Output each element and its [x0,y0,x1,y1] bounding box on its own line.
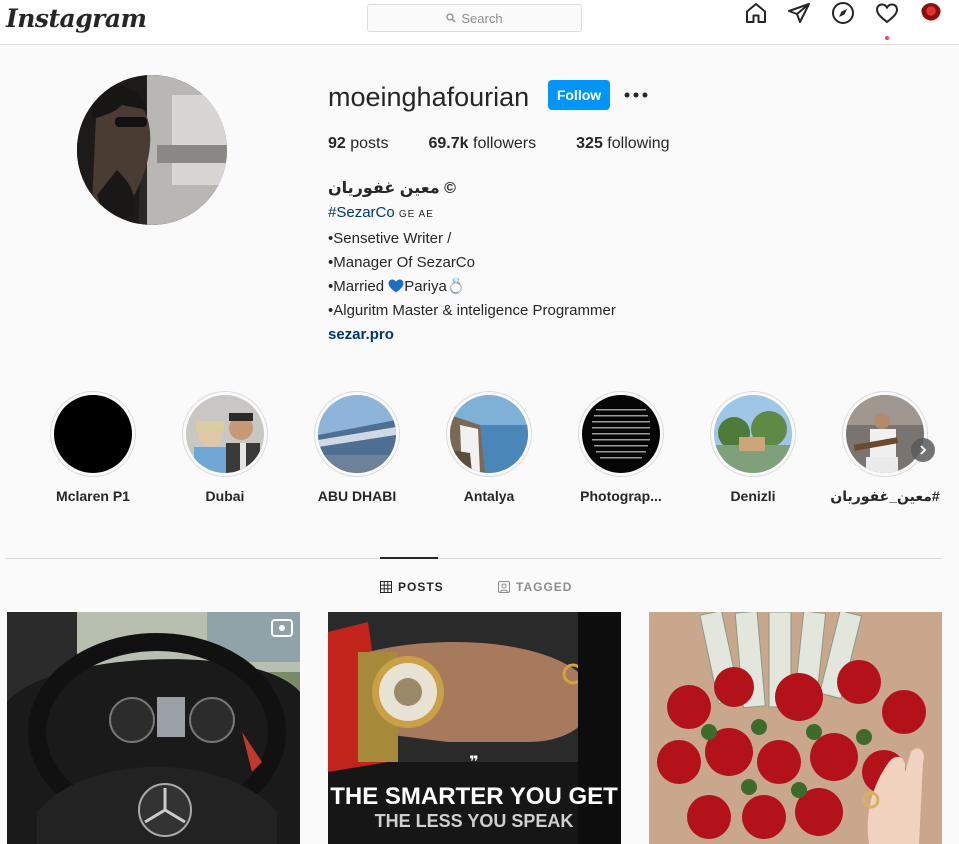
active-tab-indicator [380,557,438,559]
bio-hashtag-line: #SezarCo GE AE [328,201,728,227]
highlight-label: Denizli [730,488,776,504]
more-options-icon[interactable] [624,83,648,107]
highlight-ring [50,391,136,477]
activity-heart-icon[interactable] [872,0,902,26]
chevron-right-icon [920,445,927,455]
home-icon[interactable] [741,0,771,26]
notification-dot [885,36,889,40]
tab-posts-label: POSTS [398,580,444,594]
followers-count: 69.7k [428,135,469,152]
bio-line-4: •Alguritm Master & inteligence Programme… [328,302,616,319]
highlight-label: Dubai [205,488,245,504]
bio-line-1: •Sensetive Writer / [328,230,452,247]
bio-line-2: •Manager Of SezarCo [328,254,475,271]
post-caption-line-2: THE LESS YOU SPEAK [375,811,574,831]
bio-line-3-name: Pariya [404,278,447,295]
posts-stat: 92 posts [328,135,389,153]
followers-label: followers [473,135,537,152]
post-quote-mark: ❞ [469,752,478,771]
posts-label: posts [350,135,389,152]
direct-icon[interactable] [784,0,814,26]
bio-line-3: •Married Pariya💍 [328,275,728,299]
search-icon [446,11,456,26]
tab-tagged-label: TAGGED [516,580,573,594]
highlight-item[interactable]: #معین_غفوریان [830,391,940,504]
highlight-cover [318,395,396,473]
tagged-icon [498,581,510,593]
highlight-label: Antalya [463,488,515,504]
highlight-label: #معین_غفوریان [830,488,940,504]
profile-avatar[interactable] [77,75,227,225]
highlight-ring [314,391,400,477]
highlight-item[interactable]: Antalya [446,391,532,504]
grid-icon [380,581,392,593]
profile-username: moeinghafourian [328,82,530,112]
highlight-label: Photograp... [580,488,662,504]
highlight-item[interactable]: Mclaren P1 [50,391,136,504]
instagram-logo[interactable]: Instagram [6,4,147,33]
search-placeholder: Search [461,10,503,26]
post-caption-line-1: THE SMARTER YOU GET [330,783,618,810]
search-input[interactable]: Search [367,4,582,32]
explore-icon[interactable] [828,0,858,26]
highlight-item[interactable]: Photograp... [578,391,664,504]
following-label: following [607,135,670,152]
highlight-cover [54,395,132,473]
tab-tagged[interactable]: TAGGED [498,580,572,594]
highlight-ring [842,391,928,477]
ring-icon: 💍 [446,278,466,295]
highlight-ring [710,391,796,477]
profile-stats: 92 posts 69.7k followers 325 following [328,135,710,153]
highlight-cover [582,395,660,473]
highlight-cover [450,395,528,473]
bio-hashtag-link[interactable]: #SezarCo [328,204,395,221]
highlight-ring [182,391,268,477]
top-navigation-bar: Instagram Search [0,0,959,45]
profile-bio: معین غفوریان © #SezarCo GE AE •Sensetive… [328,177,728,347]
posts-count: 92 [328,135,346,152]
highlight-item[interactable]: Dubai [182,391,268,504]
profile-avatar-icon[interactable] [916,0,946,26]
highlight-item[interactable]: ABU DHABI [314,391,400,504]
highlight-item[interactable]: Denizli [710,391,796,504]
post-thumbnail[interactable] [7,612,300,844]
highlight-ring [578,391,664,477]
following-stat[interactable]: 325 following [576,135,669,153]
highlight-cover [846,395,924,473]
highlight-label: Mclaren P1 [56,488,130,504]
tab-posts[interactable]: POSTS [380,580,444,594]
highlights-next-button[interactable] [911,438,935,462]
bio-line-3-prefix: •Married [328,278,389,295]
highlight-ring [446,391,532,477]
followers-stat[interactable]: 69.7k followers [429,135,537,153]
bio-website-link[interactable]: sezar.pro [328,323,728,347]
highlight-cover [714,395,792,473]
blue-heart-icon [388,277,404,293]
post-thumbnail[interactable]: ❞ THE SMARTER YOU GET THE LESS YOU SPEAK [328,612,621,844]
tabs-divider [6,558,942,559]
bio-fullname: معین غفوریان © [328,180,456,197]
highlight-cover [186,395,264,473]
bio-hashtag-suffix: GE AE [398,209,434,220]
highlight-label: ABU DHABI [317,488,397,504]
post-thumbnail[interactable] [649,612,942,844]
following-count: 325 [576,135,603,152]
follow-button[interactable]: Follow [548,80,610,110]
